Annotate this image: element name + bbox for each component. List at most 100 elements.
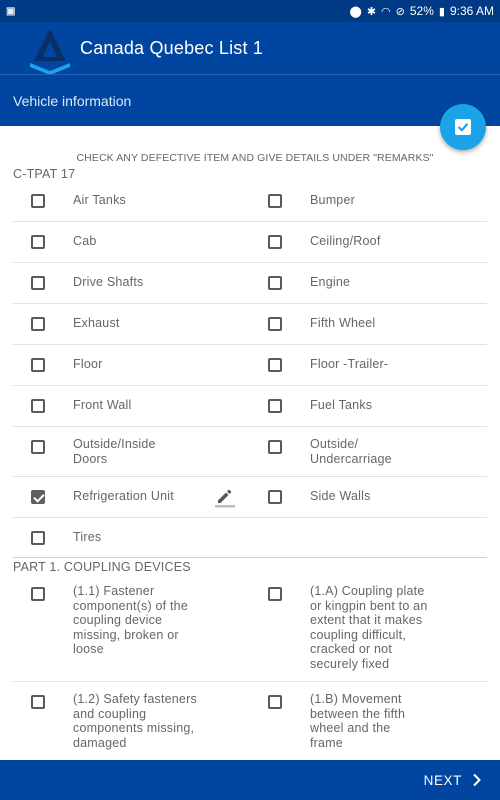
app-bar: Canada Quebec List 1: [0, 22, 500, 75]
checklist-item[interactable]: (1.A) Coupling plate or kingpin bent to …: [250, 575, 487, 681]
item-label: Fuel Tanks: [310, 398, 373, 412]
checklist-item[interactable]: Engine: [250, 264, 487, 303]
item-label: Side Walls: [310, 489, 371, 503]
instruction-text: CHECK ANY DEFECTIVE ITEM AND GIVE DETAIL…: [76, 152, 434, 164]
location-icon: ⬤: [349, 5, 362, 18]
checklist-item[interactable]: Floor: [13, 346, 250, 385]
checkbox-check-icon: [455, 119, 471, 135]
checklist-row: Air Tanks Bumper: [13, 182, 487, 222]
checklist-row: (1.2) Safety fasteners and coupling comp…: [13, 683, 487, 760]
checkbox[interactable]: [268, 235, 282, 249]
item-label: (1.2) Safety fasteners and coupling comp…: [73, 692, 197, 750]
bottom-navigation-bar: NEXT: [0, 760, 500, 800]
checkbox[interactable]: [31, 317, 45, 331]
checklist-item[interactable]: (1.1) Fastener component(s) of the coupl…: [13, 575, 250, 681]
checklist-item[interactable]: Bumper: [250, 182, 487, 221]
checklist-item[interactable]: Ceiling/Roof: [250, 223, 487, 262]
checkbox[interactable]: [31, 194, 45, 208]
checklist-item[interactable]: Outside/ Undercarriage: [250, 428, 487, 476]
item-label: Drive Shafts: [73, 275, 144, 289]
checkbox[interactable]: [268, 490, 282, 504]
section-title-coupling-devices: PART 1. COUPLING DEVICES: [13, 560, 191, 574]
checklist-content[interactable]: CHECK ANY DEFECTIVE ITEM AND GIVE DETAIL…: [0, 126, 500, 760]
checklist-row: Outside/Inside Doors Outside/ Undercarri…: [13, 428, 487, 477]
item-label: Floor: [73, 357, 103, 371]
item-label: Outside/Inside Doors: [73, 437, 156, 466]
item-label: Floor -Trailer-: [310, 357, 389, 371]
checklist-row: Refrigeration Unit Side Walls: [13, 478, 487, 518]
submit-check-button[interactable]: [440, 104, 486, 150]
section-divider: [13, 557, 487, 558]
item-label: Ceiling/Roof: [310, 234, 381, 248]
checklist-row: Floor Floor -Trailer-: [13, 346, 487, 386]
checklist-item[interactable]: Refrigeration Unit: [13, 478, 250, 517]
checkbox[interactable]: [31, 531, 45, 545]
checklist-row: Front Wall Fuel Tanks: [13, 387, 487, 427]
item-label: Air Tanks: [73, 193, 126, 207]
checkbox[interactable]: [31, 587, 45, 601]
checkbox[interactable]: [31, 695, 45, 709]
item-label: Engine: [310, 275, 351, 289]
checkbox[interactable]: [268, 317, 282, 331]
checklist-item[interactable]: Cab: [13, 223, 250, 262]
item-label: Refrigeration Unit: [73, 489, 174, 503]
do-not-disturb-icon: ⊘: [395, 5, 405, 18]
checkbox[interactable]: [268, 276, 282, 290]
checklist-item[interactable]: (1.B) Movement between the fifth wheel a…: [250, 683, 487, 760]
checklist-item[interactable]: Front Wall: [13, 387, 250, 426]
checklist-item[interactable]: Air Tanks: [13, 182, 250, 221]
checklist-row: Tires: [13, 519, 487, 559]
checklist-item[interactable]: Outside/Inside Doors: [13, 428, 250, 476]
checkbox[interactable]: [31, 440, 45, 454]
checkbox-checked[interactable]: [31, 490, 45, 504]
checklist-item[interactable]: Exhaust: [13, 305, 250, 344]
item-label: Bumper: [310, 193, 355, 207]
checkbox[interactable]: [31, 358, 45, 372]
bluetooth-icon: ✱: [366, 5, 377, 18]
item-label: Cab: [73, 234, 97, 248]
checklist-item[interactable]: Side Walls: [250, 478, 487, 517]
checklist-row: (1.1) Fastener component(s) of the coupl…: [13, 575, 487, 682]
item-label: Front Wall: [73, 398, 132, 412]
item-label: Exhaust: [73, 316, 120, 330]
checkbox[interactable]: [268, 440, 282, 454]
checklist-item[interactable]: Fifth Wheel: [250, 305, 487, 344]
item-label: (1.A) Coupling plate or kingpin bent to …: [310, 584, 428, 671]
section-header-bar: Vehicle information: [0, 74, 500, 126]
checklist-item[interactable]: Drive Shafts: [13, 264, 250, 303]
checkbox[interactable]: [31, 276, 45, 290]
checkbox[interactable]: [31, 235, 45, 249]
checkbox[interactable]: [31, 399, 45, 413]
checkbox[interactable]: [268, 358, 282, 372]
item-label: Tires: [73, 530, 102, 544]
chevron-right-icon: [473, 773, 481, 787]
checklist-item[interactable]: (1.2) Safety fasteners and coupling comp…: [13, 683, 250, 760]
clock: 9:36 AM: [449, 4, 494, 18]
item-label: Outside/ Undercarriage: [310, 437, 392, 466]
battery-icon: ▮: [438, 5, 445, 18]
checkbox[interactable]: [268, 194, 282, 208]
next-button[interactable]: NEXT: [424, 773, 482, 788]
app-logo: [30, 29, 70, 75]
next-label: NEXT: [423, 772, 462, 788]
checklist-row: Drive Shafts Engine: [13, 264, 487, 304]
status-bar: ▣ ⬤ ✱ ◠ ⊘ 52% ▮ 9:36 AM: [0, 0, 500, 22]
checklist-item[interactable]: Fuel Tanks: [250, 387, 487, 426]
checklist-item[interactable]: Tires: [13, 519, 250, 559]
section-title-ctpat: C-TPAT 17: [13, 167, 76, 181]
status-icons: ⬤ ✱ ◠ ⊘ 52% ▮ 9:36 AM: [350, 4, 494, 18]
checkbox[interactable]: [268, 587, 282, 601]
checkbox[interactable]: [268, 399, 282, 413]
checklist-row: Exhaust Fifth Wheel: [13, 305, 487, 345]
item-label: (1.B) Movement between the fifth wheel a…: [310, 692, 406, 750]
app-title: Canada Quebec List 1: [80, 37, 264, 58]
battery-percent: 52%: [409, 4, 434, 18]
page-title: Vehicle information: [13, 92, 132, 109]
notification-icon: ▣: [6, 5, 16, 17]
item-label: (1.1) Fastener component(s) of the coupl…: [73, 584, 188, 656]
checkbox[interactable]: [268, 695, 282, 709]
pencil-icon[interactable]: [214, 486, 236, 508]
checklist-item[interactable]: Floor -Trailer-: [250, 346, 487, 385]
item-label: Fifth Wheel: [310, 316, 376, 330]
wifi-icon: ◠: [381, 5, 391, 18]
